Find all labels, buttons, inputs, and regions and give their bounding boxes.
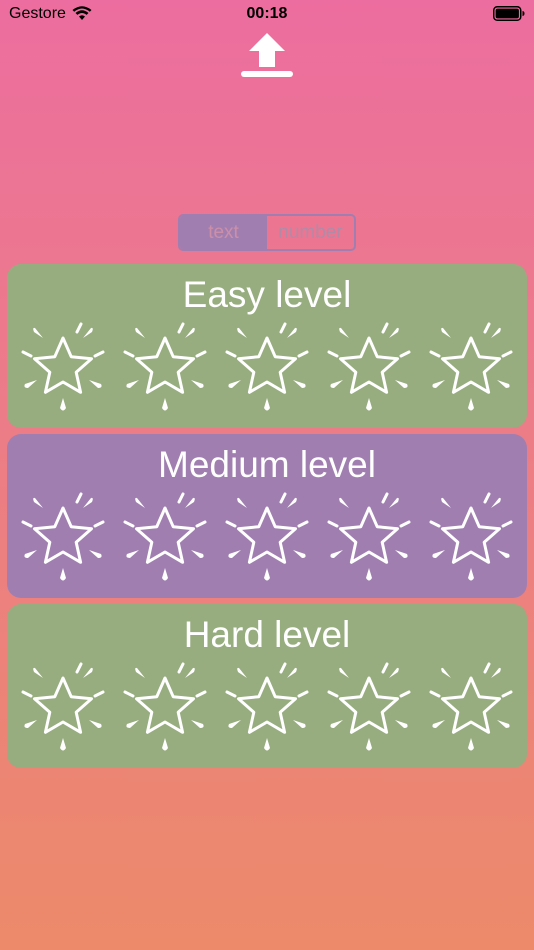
star-row <box>17 492 517 584</box>
upload-button[interactable] <box>240 30 294 80</box>
star-icon <box>123 662 207 752</box>
star-icon <box>429 662 513 752</box>
level-card-medium[interactable]: Medium level <box>7 434 527 598</box>
star-icon <box>327 662 411 752</box>
star-icon <box>225 322 309 412</box>
star-icon <box>429 492 513 582</box>
upload-icon <box>241 33 293 77</box>
level-title: Hard level <box>183 614 351 655</box>
star-row <box>17 662 517 754</box>
star-icon <box>21 662 105 752</box>
star-icon <box>123 492 207 582</box>
level-title: Easy level <box>182 274 352 315</box>
star-icon <box>225 492 309 582</box>
level-title: Medium level <box>158 444 376 485</box>
segment-number[interactable]: number <box>267 216 354 249</box>
status-bar: Gestore 00:18 <box>0 0 534 28</box>
star-icon <box>21 322 105 412</box>
clock: 00:18 <box>246 5 288 22</box>
star-icon <box>327 322 411 412</box>
star-icon <box>123 322 207 412</box>
level-card-hard[interactable]: Hard level <box>7 604 527 768</box>
mode-segmented-control[interactable]: text number <box>178 214 356 251</box>
level-card-easy[interactable]: Easy level <box>7 264 527 428</box>
star-row <box>17 322 517 414</box>
battery-icon <box>493 6 525 26</box>
segment-text[interactable]: text <box>180 216 267 249</box>
star-icon <box>21 492 105 582</box>
star-icon <box>225 662 309 752</box>
star-icon <box>429 322 513 412</box>
star-icon <box>327 492 411 582</box>
